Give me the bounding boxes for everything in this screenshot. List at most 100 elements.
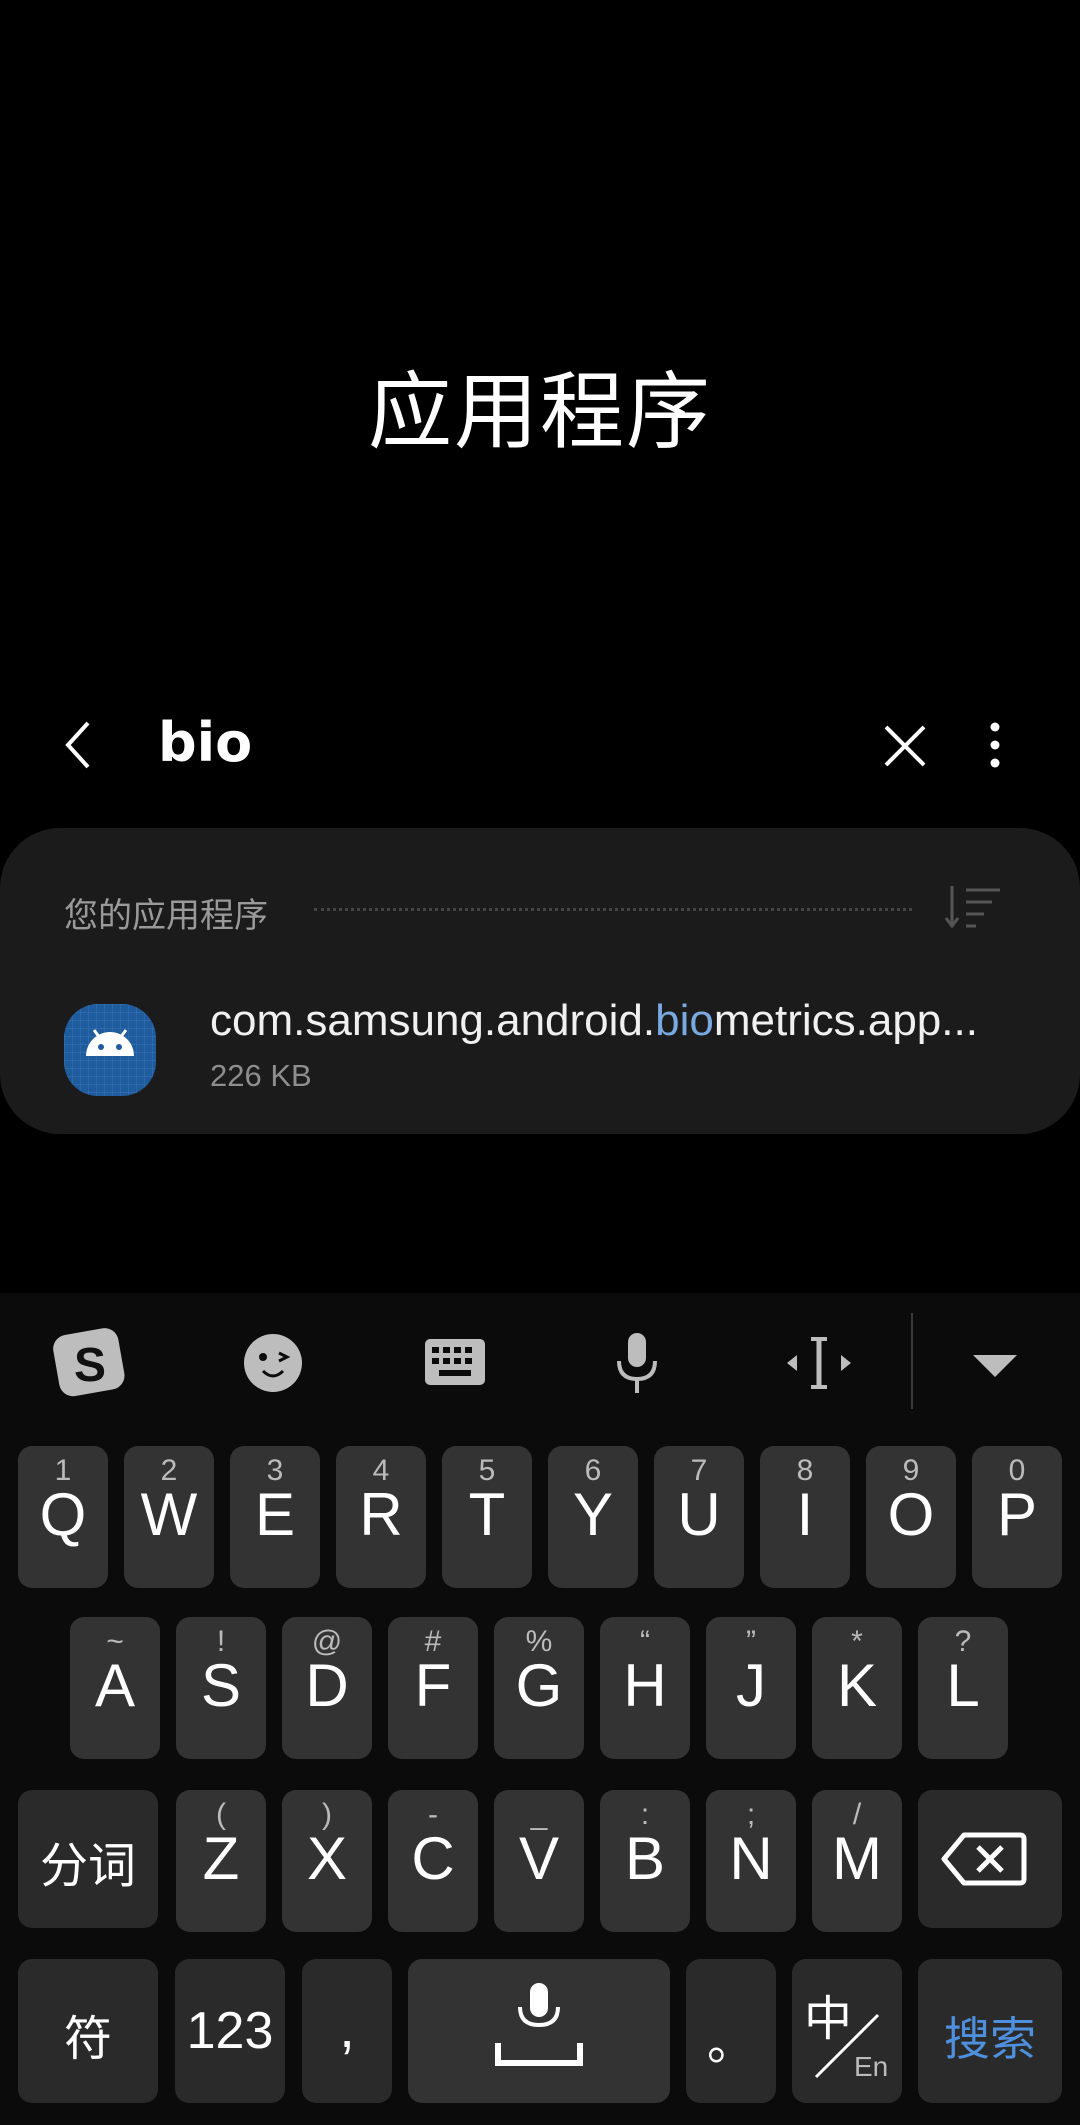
key-f[interactable]: # F bbox=[388, 1617, 478, 1759]
key-main-label: D bbox=[305, 1652, 349, 1719]
key-main-label: I bbox=[796, 1481, 814, 1548]
key-a[interactable]: ~ A bbox=[70, 1617, 160, 1759]
key-main-label: B bbox=[624, 1825, 666, 1892]
sogou-logo-button[interactable]: S bbox=[50, 1323, 130, 1403]
key-main-label: W bbox=[140, 1481, 198, 1548]
key-i[interactable]: 8I bbox=[760, 1446, 850, 1588]
key-n[interactable]: ; N bbox=[706, 1790, 796, 1932]
segment-key[interactable]: 分词 bbox=[18, 1790, 158, 1928]
period-label: 。 bbox=[706, 2017, 755, 2070]
key-z[interactable]: (Z bbox=[176, 1790, 266, 1932]
key-main-label: L bbox=[946, 1652, 980, 1719]
key-r[interactable]: 4R bbox=[336, 1446, 426, 1588]
voice-input-button[interactable] bbox=[597, 1323, 677, 1403]
microphone-icon bbox=[617, 1333, 657, 1393]
keyboard-switch-button[interactable] bbox=[415, 1323, 495, 1403]
key-main-label: A bbox=[94, 1652, 136, 1719]
key-y[interactable]: 6Y bbox=[548, 1446, 638, 1588]
app-size: 226 KB bbox=[210, 1058, 312, 1093]
key-main-label: V bbox=[518, 1825, 560, 1892]
key-o[interactable]: 9O bbox=[866, 1446, 956, 1588]
comma-label: , bbox=[339, 1996, 355, 2059]
key-main-label: U bbox=[677, 1481, 721, 1548]
android-app-icon bbox=[64, 1004, 156, 1096]
back-button[interactable] bbox=[52, 715, 112, 775]
key-g[interactable]: % G bbox=[494, 1617, 584, 1759]
key-b[interactable]: :B bbox=[600, 1790, 690, 1932]
chevron-down-icon bbox=[973, 1355, 1017, 1377]
key-main-label: C bbox=[411, 1825, 455, 1892]
more-options-button[interactable] bbox=[975, 719, 1015, 773]
chevron-left-icon bbox=[65, 721, 90, 769]
sort-button[interactable] bbox=[944, 882, 1004, 932]
space-key[interactable] bbox=[408, 1959, 670, 2103]
key-x[interactable]: ) X bbox=[282, 1790, 372, 1932]
cursor-move-icon bbox=[787, 1337, 851, 1389]
toolbar-divider bbox=[911, 1313, 913, 1409]
app-name-prefix: com.samsung.android. bbox=[210, 996, 656, 1045]
key-main-label: S bbox=[200, 1652, 242, 1719]
symbols-label: 符 bbox=[63, 2011, 112, 2067]
numbers-label: 123 bbox=[186, 2002, 274, 2060]
backspace-icon bbox=[941, 1832, 1027, 1886]
more-vert-icon bbox=[990, 722, 1000, 768]
section-label: 您的应用程序 bbox=[64, 896, 268, 936]
key-h[interactable]: “H bbox=[600, 1617, 690, 1759]
list-item[interactable]: com.samsung.android.biometrics.app... 22… bbox=[0, 986, 1080, 1116]
svg-text:S: S bbox=[74, 1339, 106, 1392]
cursor-move-button[interactable] bbox=[779, 1323, 859, 1403]
key-w[interactable]: 2W bbox=[124, 1446, 214, 1588]
key-d[interactable]: @ D bbox=[282, 1617, 372, 1759]
key-t[interactable]: 5T bbox=[442, 1446, 532, 1588]
key-main-label: H bbox=[623, 1652, 667, 1719]
key-main-label: M bbox=[832, 1825, 882, 1892]
key-u[interactable]: 7U bbox=[654, 1446, 744, 1588]
key-main-label: Z bbox=[202, 1825, 240, 1892]
close-icon bbox=[884, 725, 926, 767]
results-card: 您的应用程序 com.samsung.android.biometrics.ap… bbox=[0, 828, 1080, 1134]
key-main-label: J bbox=[736, 1652, 766, 1719]
key-main-label: N bbox=[729, 1825, 773, 1892]
numbers-key[interactable]: 123 bbox=[175, 1959, 285, 2103]
collapse-keyboard-button[interactable] bbox=[955, 1323, 1035, 1403]
key-e[interactable]: 3E bbox=[230, 1446, 320, 1588]
key-main-label: E bbox=[254, 1481, 296, 1548]
key-v[interactable]: _ V bbox=[494, 1790, 584, 1932]
microphone-icon bbox=[495, 1983, 583, 2066]
key-j[interactable]: ” J bbox=[706, 1617, 796, 1759]
key-main-label: O bbox=[887, 1481, 935, 1548]
key-main-label: Q bbox=[39, 1481, 87, 1548]
search-key-label: 搜索 bbox=[944, 2012, 1036, 2066]
app-name-match: bio bbox=[655, 996, 714, 1045]
search-key[interactable]: 搜索 bbox=[918, 1959, 1062, 2103]
clear-search-button[interactable] bbox=[880, 721, 930, 771]
search-input[interactable]: bio bbox=[158, 711, 252, 774]
comma-key[interactable]: , bbox=[302, 1959, 392, 2103]
keyboard-icon bbox=[425, 1339, 485, 1385]
sogou-logo-icon: S bbox=[53, 1328, 125, 1397]
backspace-key[interactable] bbox=[918, 1790, 1062, 1928]
key-c[interactable]: -C bbox=[388, 1790, 478, 1932]
key-q[interactable]: 1Q bbox=[18, 1446, 108, 1588]
sort-icon bbox=[944, 886, 1000, 929]
key-main-label: G bbox=[515, 1652, 563, 1719]
key-m[interactable]: / M bbox=[812, 1790, 902, 1932]
key-main-label: P bbox=[996, 1481, 1038, 1548]
key-p[interactable]: 0P bbox=[972, 1446, 1062, 1588]
key-s[interactable]: ! S bbox=[176, 1617, 266, 1759]
key-main-label: R bbox=[359, 1481, 403, 1548]
page-title: 应用程序 bbox=[367, 363, 712, 461]
key-k[interactable]: * K bbox=[812, 1617, 902, 1759]
key-main-label: F bbox=[414, 1652, 452, 1719]
search-bar: bio bbox=[0, 705, 1080, 785]
language-switch-key[interactable]: 中 En bbox=[792, 1959, 902, 2103]
emoji-button[interactable] bbox=[233, 1323, 313, 1403]
key-main-label: Y bbox=[572, 1481, 614, 1548]
key-l[interactable]: ? L bbox=[918, 1617, 1008, 1759]
key-main-label: K bbox=[836, 1652, 878, 1719]
emoji-icon bbox=[244, 1334, 302, 1392]
symbols-key[interactable]: 符 bbox=[18, 1959, 158, 2103]
period-key[interactable]: 。 bbox=[686, 1959, 776, 2103]
lang-sub-label: En bbox=[854, 2051, 889, 2082]
section-divider bbox=[314, 908, 912, 911]
